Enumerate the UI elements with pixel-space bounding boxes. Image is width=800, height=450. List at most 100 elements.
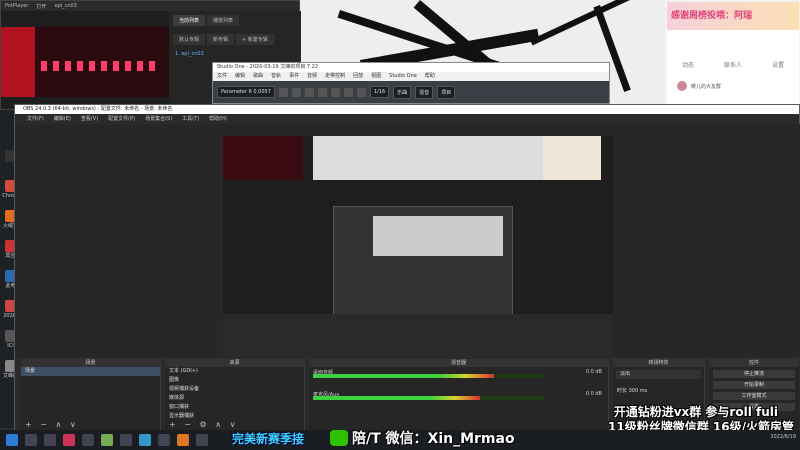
paint-tool-icon[interactable] (330, 87, 340, 97)
donation-row-text: 暖儿的大友群 (691, 83, 722, 90)
s1-menu-event[interactable]: 事件 (289, 72, 299, 81)
source-item[interactable]: 文本 (GDI+) (165, 367, 304, 376)
potplayer-tab-file[interactable]: epl_cn03 (54, 3, 76, 9)
pointer-tool-icon[interactable] (278, 87, 288, 97)
s1-menu-song[interactable]: 歌曲 (253, 72, 263, 81)
potplayer-tab-app[interactable]: PotPlayer (5, 3, 28, 9)
potplayer-tab-open[interactable]: 打开 (36, 3, 46, 10)
split-tool-icon[interactable] (304, 87, 314, 97)
taskbar-app-icon[interactable] (44, 434, 56, 446)
obs-canvas[interactable] (15, 124, 800, 360)
taskbar-clock[interactable]: 2022/8/19 (770, 434, 796, 440)
studio-one-title: Studio One - 2020-03-19 艾峰的项目 7.22 (213, 63, 609, 72)
s1-menu-file[interactable]: 文件 (217, 72, 227, 81)
mute-tool-icon[interactable] (343, 87, 353, 97)
obs-menu-view[interactable]: 查看(V) (81, 114, 98, 124)
playlist-item[interactable]: 1. epl_cn03 (169, 49, 301, 59)
transition-duration[interactable]: 时长 300 ms (613, 387, 704, 396)
wechat-icon (330, 430, 348, 446)
donation-banner: 感谢周榜投喂：阿瑞 (667, 2, 799, 30)
obs-menu-profile[interactable]: 配置文件(P) (108, 114, 135, 124)
s1-menu-transport[interactable]: 走带控制 (325, 72, 345, 81)
donation-row[interactable]: 暖儿的大友群 (667, 81, 799, 91)
playlist-add-album[interactable]: + 新建专辑 (236, 34, 274, 45)
overlay-wechat: 陪/T 微信：Xin_Mrmao (330, 428, 515, 448)
s1-menu-help[interactable]: 帮助 (425, 72, 435, 81)
taskbar-app-icon[interactable] (196, 434, 208, 446)
s1-param-label: Parameter 6 (221, 89, 252, 95)
playlist-tab-list[interactable]: 播放列表 (207, 15, 240, 26)
obs-menu-edit[interactable]: 编辑(E) (54, 114, 71, 124)
s1-menu-edit[interactable]: 编辑 (235, 72, 245, 81)
sources-header: 来源 (165, 359, 304, 367)
playlist-new-album[interactable]: 新专辑 (207, 34, 235, 45)
mixer-header: 混音器 (309, 359, 608, 367)
listen-tool-icon[interactable] (356, 87, 366, 97)
transition-select[interactable]: 淡出 (616, 370, 701, 379)
obs-title: OBS 24.0.3 (64-bit, windows) - 配置文件: 未命名… (15, 105, 799, 114)
mixer-channel[interactable]: 桌面音频 0.0 dB (309, 367, 608, 389)
taskbar-app-icon[interactable] (158, 434, 170, 446)
s1-song-button[interactable]: 乐曲 (393, 85, 412, 99)
taskbar-app-icon[interactable] (139, 434, 151, 446)
playlist-default-album[interactable]: 默认专辑 (173, 34, 206, 45)
start-recording-button[interactable]: 开始录制 (713, 381, 795, 389)
obs-menu-tools[interactable]: 工具(T) (182, 114, 199, 124)
eraser-tool-icon[interactable] (317, 87, 327, 97)
obs-menu: 文件(F) 编辑(E) 查看(V) 配置文件(P) 场景集合(S) 工具(T) … (15, 114, 799, 124)
taskbar-app-icon[interactable] (120, 434, 132, 446)
stop-streaming-button[interactable]: 停止推流 (713, 370, 795, 378)
s1-mix-button[interactable]: 混音 (415, 85, 434, 99)
controls-header: 控件 (709, 359, 799, 367)
obs-menu-file[interactable]: 文件(F) (27, 114, 44, 124)
source-item[interactable]: 窗口捕获 (165, 403, 304, 412)
mixer-channel-value: 0.0 dB (585, 369, 602, 375)
s1-project-button[interactable]: 项目 (437, 85, 456, 99)
s1-menu-s1[interactable]: Studio One (389, 72, 417, 81)
obs-preview[interactable] (223, 136, 613, 360)
taskbar-app-icon[interactable] (25, 434, 37, 446)
taskbar-app-icon[interactable] (63, 434, 75, 446)
sources-dock: 来源 文本 (GDI+) 图像 视频捕获设备 媒体源 窗口捕获 显示器捕获 + … (165, 359, 305, 431)
studio-one-toolbar: Parameter 6 0.0057 1/16 乐曲 混音 项目 (213, 81, 609, 103)
range-tool-icon[interactable] (291, 87, 301, 97)
start-icon[interactable] (6, 434, 18, 446)
playlist-tab-current[interactable]: 当前列表 (173, 15, 206, 26)
s1-quantize-box[interactable]: 1/16 (369, 86, 390, 98)
potplayer-titlebar: PotPlayer 打开 epl_cn03 (1, 1, 299, 11)
tab-dynamic[interactable]: 动态 (682, 60, 694, 69)
studio-one-menu: 文件 编辑 歌曲 音轨 事件 音频 走带控制 回放 视图 Studio One … (213, 72, 609, 81)
volume-meter (313, 396, 545, 400)
obs-menu-scene-collection[interactable]: 场景集合(S) (145, 114, 172, 124)
sources-footer[interactable]: + − ⚙ ∧ ∨ (169, 420, 238, 429)
transitions-header: 转场特效 (613, 359, 704, 367)
s1-parameter-box[interactable]: Parameter 6 0.0057 (217, 86, 275, 98)
scenes-footer[interactable]: + − ∧ ∨ (25, 420, 79, 429)
taskbar-app-icon[interactable] (177, 434, 189, 446)
obs-menu-help[interactable]: 帮助(H) (209, 114, 227, 124)
s1-param-value: 0.0057 (253, 89, 271, 95)
studio-one-window: Studio One - 2020-03-19 艾峰的项目 7.22 文件 编辑… (212, 62, 610, 104)
source-item[interactable]: 视频捕获设备 (165, 385, 304, 394)
s1-menu-view[interactable]: 视图 (371, 72, 381, 81)
s1-menu-track[interactable]: 音轨 (271, 72, 281, 81)
potplayer-video[interactable] (1, 27, 169, 97)
source-item[interactable]: 媒体源 (165, 394, 304, 403)
scene-item[interactable]: 场景 (21, 367, 160, 376)
taskbar-app-icon[interactable] (101, 434, 113, 446)
donation-panel: 感谢周榜投喂：阿瑞 动态 联系人 设置 暖儿的大友群 (667, 2, 799, 105)
tab-settings[interactable]: 设置 (772, 60, 784, 69)
s1-menu-audio[interactable]: 音频 (307, 72, 317, 81)
taskbar-app-icon[interactable] (82, 434, 94, 446)
donation-tabs: 动态 联系人 设置 (667, 30, 799, 69)
studio-mode-button[interactable]: 工作室模式 (713, 392, 795, 400)
tab-contacts[interactable]: 联系人 (724, 60, 742, 69)
mixer-channel[interactable]: 麦克风/Aux 0.0 dB (309, 389, 608, 411)
scenes-dock: 场景 场景 + − ∧ ∨ (21, 359, 161, 431)
s1-menu-playback[interactable]: 回放 (353, 72, 363, 81)
source-item[interactable]: 图像 (165, 376, 304, 385)
overlay-wechat-text: 陪/T 微信：Xin_Mrmao (352, 431, 515, 447)
mixer-channel-value: 0.0 dB (585, 391, 602, 397)
obs-window: OBS 24.0.3 (64-bit, windows) - 配置文件: 未命名… (14, 104, 800, 431)
avatar (677, 81, 687, 91)
